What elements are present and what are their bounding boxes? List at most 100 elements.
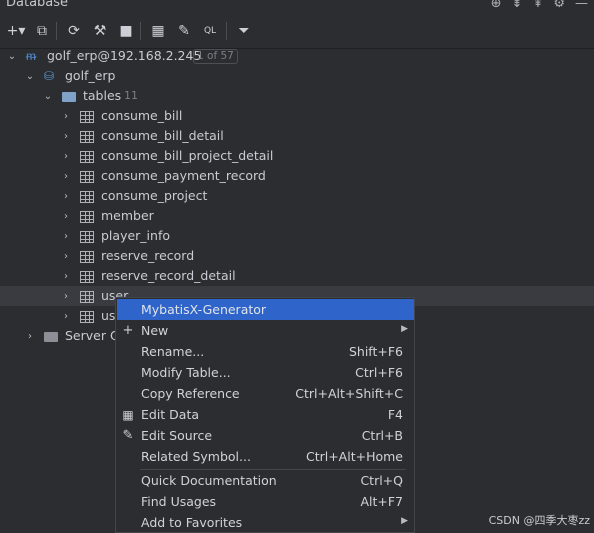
table-row[interactable]: › consume_bill_detail: [0, 126, 594, 146]
chevron-right-icon[interactable]: ›: [60, 309, 72, 323]
tables-folder-label: tables: [83, 88, 122, 103]
table-name: consume_payment_record: [101, 168, 266, 183]
menu-item-related-symbol[interactable]: Related Symbol... Ctrl+Alt+Home: [117, 446, 414, 467]
tree-node-connection[interactable]: ⌄ ᵯ golf_erp@192.168.2.245 1 of 57: [0, 46, 594, 66]
tree-node-tables-folder[interactable]: ⌄ tables 11: [0, 86, 594, 106]
menu-item-shortcut: Ctrl+F6: [355, 365, 403, 380]
table-icon: [80, 311, 94, 323]
chevron-right-icon[interactable]: ›: [60, 289, 72, 303]
menu-item-mybatisx-generator[interactable]: MybatisX-Generator: [117, 299, 414, 320]
table-name: us: [101, 308, 116, 323]
server-objects-label: Server O: [65, 328, 120, 343]
chevron-right-icon[interactable]: ›: [60, 109, 72, 123]
expand-all-icon[interactable]: ⇟: [512, 0, 523, 11]
refresh-icon[interactable]: ⟳: [64, 21, 84, 41]
mysql-icon: ᵯ: [26, 49, 36, 63]
tree-node-schema[interactable]: ⌄ ⛁ golf_erp: [0, 66, 594, 86]
table-name: member: [101, 208, 154, 223]
chevron-right-icon[interactable]: ›: [60, 149, 72, 163]
toolbar-separator: [226, 22, 227, 40]
table-icon[interactable]: ▦: [148, 21, 168, 41]
table-row[interactable]: › member: [0, 206, 594, 226]
folder-icon: [44, 332, 58, 342]
table-name: reserve_record_detail: [101, 268, 236, 283]
chevron-right-icon[interactable]: ›: [60, 269, 72, 283]
toolbar-separator: [56, 22, 57, 40]
menu-item-find-usages[interactable]: Find Usages Alt+F7: [117, 491, 414, 512]
gear-icon[interactable]: ⚙: [553, 0, 565, 11]
menu-item-label: Related Symbol...: [141, 449, 251, 464]
menu-item-shortcut: Shift+F6: [348, 344, 403, 359]
schema-label: golf_erp: [65, 68, 116, 83]
chevron-down-icon[interactable]: ⌄: [42, 89, 54, 103]
table-row[interactable]: › consume_payment_record: [0, 166, 594, 186]
menu-item-quick-documentation[interactable]: Quick Documentation Ctrl+Q: [117, 470, 414, 491]
table-row[interactable]: › consume_bill: [0, 106, 594, 126]
chevron-right-icon[interactable]: ›: [60, 209, 72, 223]
table-grid-icon: ▦: [122, 408, 134, 422]
pencil-icon: ✎: [122, 428, 134, 443]
menu-item-modify-table[interactable]: Modify Table... Ctrl+F6: [117, 362, 414, 383]
console-icon[interactable]: QL: [200, 21, 220, 41]
menu-item-shortcut: Alt+F7: [360, 494, 403, 509]
table-row[interactable]: › reserve_record_detail: [0, 266, 594, 286]
table-name: consume_bill_project_detail: [101, 148, 274, 163]
context-menu: MybatisX-Generator + New ▶ Rename... Shi…: [115, 297, 415, 533]
menu-item-shortcut: F4: [387, 407, 403, 422]
table-icon: [80, 111, 94, 123]
submenu-arrow-icon: ▶: [401, 516, 408, 526]
chevron-right-icon[interactable]: ›: [24, 329, 36, 343]
table-row[interactable]: › player_info: [0, 226, 594, 246]
chevron-down-icon[interactable]: ⌄: [24, 69, 36, 83]
table-icon: [80, 291, 94, 303]
header-actions: ⊕ ⇟ ⇞ ⚙ —: [491, 0, 588, 11]
globe-icon[interactable]: ⊕: [491, 0, 502, 11]
schema-count-badge[interactable]: 1 of 57: [193, 49, 238, 64]
menu-item-label: Rename...: [141, 344, 205, 359]
table-icon: [80, 271, 94, 283]
table-icon: [80, 191, 94, 203]
menu-item-rename[interactable]: Rename... Shift+F6: [117, 341, 414, 362]
table-name: consume_bill_detail: [101, 128, 224, 143]
add-icon[interactable]: +▾: [6, 21, 26, 41]
menu-item-copy-reference[interactable]: Copy Reference Ctrl+Alt+Shift+C: [117, 383, 414, 404]
table-name: consume_project: [101, 188, 208, 203]
table-row[interactable]: › consume_project: [0, 186, 594, 206]
tool-window-header: Database ⊕ ⇟ ⇞ ⚙ —: [0, 0, 594, 14]
menu-item-label: Quick Documentation: [141, 473, 277, 488]
table-row[interactable]: › consume_bill_project_detail: [0, 146, 594, 166]
table-name: player_info: [101, 228, 170, 243]
chevron-down-icon[interactable]: ⌄: [6, 49, 18, 63]
chevron-right-icon[interactable]: ›: [60, 189, 72, 203]
edit-icon[interactable]: ✎: [174, 21, 194, 41]
table-icon: [80, 151, 94, 163]
submenu-arrow-icon: ▶: [401, 324, 408, 334]
folder-icon: [62, 92, 76, 102]
menu-item-edit-source[interactable]: ✎ Edit Source Ctrl+B: [117, 425, 414, 446]
table-row[interactable]: › reserve_record: [0, 246, 594, 266]
settings-wrench-icon[interactable]: ⚒: [90, 21, 110, 41]
watermark: CSDN @四季大枣zz: [488, 514, 590, 527]
collapse-all-icon[interactable]: ⇞: [532, 0, 543, 11]
tables-count: 11: [124, 89, 138, 102]
table-icon: [80, 171, 94, 183]
menu-item-new[interactable]: + New ▶: [117, 320, 414, 341]
copy-icon[interactable]: ⧉: [32, 21, 52, 41]
menu-item-label: Edit Data: [141, 407, 200, 422]
minimize-icon[interactable]: —: [575, 0, 588, 11]
chevron-right-icon[interactable]: ›: [60, 129, 72, 143]
chevron-right-icon[interactable]: ›: [60, 229, 72, 243]
menu-item-add-to-favorites[interactable]: Add to Favorites ▶: [117, 512, 414, 533]
filter-icon[interactable]: ⏷: [234, 21, 254, 41]
menu-item-label: Add to Favorites: [141, 515, 243, 530]
menu-item-label: MybatisX-Generator: [141, 302, 267, 317]
toolbar-separator: [140, 22, 141, 40]
chevron-right-icon[interactable]: ›: [60, 169, 72, 183]
menu-item-shortcut: Ctrl+Q: [360, 473, 403, 488]
schema-icon: ⛁: [44, 69, 55, 83]
menu-item-edit-data[interactable]: ▦ Edit Data F4: [117, 404, 414, 425]
table-name: reserve_record: [101, 248, 195, 263]
chevron-right-icon[interactable]: ›: [60, 249, 72, 263]
database-toolbar: +▾ ⧉ ⟳ ⚒ ■ ▦ ✎ QL ⏷: [0, 14, 594, 49]
stop-icon[interactable]: ■: [116, 21, 136, 41]
